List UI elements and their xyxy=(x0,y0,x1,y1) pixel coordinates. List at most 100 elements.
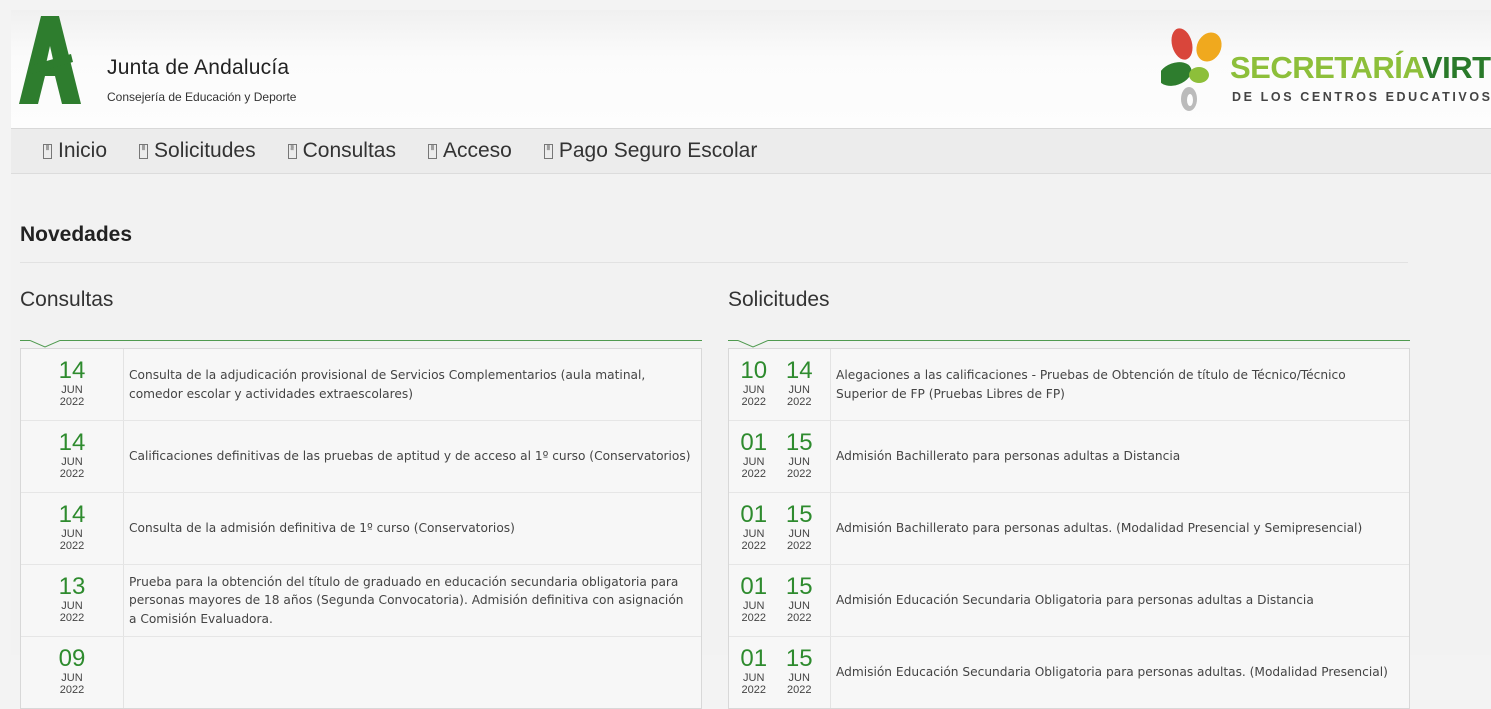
date-year: 2022 xyxy=(741,612,766,624)
list-item[interactable]: 13 JUN 2022 Prueba para la obtención del… xyxy=(21,565,701,637)
date-day: 15 xyxy=(785,429,813,456)
list-item[interactable]: 01 JUN 2022 15 JUN 2022 Admisión Bachill… xyxy=(729,493,1409,565)
start-date: 01 JUN 2022 xyxy=(739,565,769,636)
date-month: JUN xyxy=(61,600,83,612)
date-range: 10 JUN 2022 14 JUN 2022 xyxy=(729,349,831,420)
item-link[interactable]: Admisión Bachillerato para personas adul… xyxy=(831,493,1409,564)
date-year: 2022 xyxy=(787,684,812,696)
item-text: Calificaciones definitivas de las prueba… xyxy=(129,449,691,464)
date-year: 2022 xyxy=(59,612,85,624)
nav-label: Inicio xyxy=(58,139,108,162)
end-date: 14 JUN 2022 xyxy=(785,349,815,420)
date-day: 14 xyxy=(58,357,86,384)
item-text: Admisión Bachillerato para personas adul… xyxy=(836,449,1181,464)
start-date: 10 JUN 2022 xyxy=(739,349,769,420)
nav-item-pago-seguro-escolar[interactable]: ▒ Pago Seguro Escolar xyxy=(543,139,757,163)
nav-item-acceso[interactable]: ▒ Acceso xyxy=(427,139,512,163)
item-link[interactable] xyxy=(124,637,701,708)
item-text: Prueba para la obtención del título de g… xyxy=(129,574,684,626)
date: 13 JUN 2022 xyxy=(57,565,87,636)
date-year: 2022 xyxy=(59,396,85,408)
date-month: JUN xyxy=(61,672,83,684)
date-day: 15 xyxy=(785,645,813,672)
date-block: 09 JUN 2022 xyxy=(21,637,124,708)
date-day: 10 xyxy=(740,357,768,384)
date: 14 JUN 2022 xyxy=(57,421,87,492)
nav-item-inicio[interactable]: ▒ Inicio xyxy=(43,139,107,163)
date-month: JUN xyxy=(743,600,765,612)
end-date: 15 JUN 2022 xyxy=(785,565,815,636)
junta-andalucia-logo[interactable] xyxy=(19,16,81,104)
list-item[interactable]: 14 JUN 2022 Calificaciones definitivas d… xyxy=(21,421,701,493)
date-day: 01 xyxy=(740,573,768,600)
date-day: 14 xyxy=(785,357,813,384)
header: Junta de Andalucía Consejería de Educaci… xyxy=(11,10,1491,129)
list-item[interactable]: 09 JUN 2022 xyxy=(21,637,701,708)
secretaria-virtual-logo[interactable] xyxy=(1161,26,1233,114)
page: Junta de Andalucía Consejería de Educaci… xyxy=(11,10,1491,709)
date-month: JUN xyxy=(788,672,810,684)
item-text: Admisión Bachillerato para personas adul… xyxy=(836,521,1363,536)
page-icon: ▒ xyxy=(139,143,149,159)
date-month: JUN xyxy=(743,528,765,540)
date-month: JUN xyxy=(743,672,765,684)
date-year: 2022 xyxy=(787,540,812,552)
date-block: 14 JUN 2022 xyxy=(21,349,124,420)
item-link[interactable]: Consulta de la adjudicación provisional … xyxy=(124,349,701,420)
consultas-panel: Consultas 14 JUN 2022 Consulta de la adj… xyxy=(20,288,702,709)
nav-item-consultas[interactable]: ▒ Consultas xyxy=(287,139,396,163)
date-range: 01 JUN 2022 15 JUN 2022 xyxy=(729,421,831,492)
org-title: Junta de Andalucía xyxy=(107,56,290,79)
date-month: JUN xyxy=(61,384,83,396)
app-title: SECRETARÍAVIRTUAL xyxy=(1230,50,1491,86)
list-item[interactable]: 14 JUN 2022 Consulta de la admisión defi… xyxy=(21,493,701,565)
list-item[interactable]: 10 JUN 2022 14 JUN 2022 Alegaciones a la… xyxy=(729,349,1409,421)
list-item[interactable]: 01 JUN 2022 15 JUN 2022 Admisión Educaci… xyxy=(729,637,1409,708)
date-day: 14 xyxy=(58,501,86,528)
date-month: JUN xyxy=(788,456,810,468)
date-year: 2022 xyxy=(741,396,766,408)
end-date: 15 JUN 2022 xyxy=(785,421,815,492)
end-date: 15 JUN 2022 xyxy=(785,637,815,708)
item-link[interactable]: Admisión Educación Secundaria Obligatori… xyxy=(831,637,1409,708)
main-nav: ▒ Inicio ▒ Solicitudes ▒ Consultas ▒ Acc… xyxy=(11,129,1491,174)
date-range: 01 JUN 2022 15 JUN 2022 xyxy=(729,565,831,636)
nav-label: Acceso xyxy=(442,139,512,162)
date-day: 01 xyxy=(740,501,768,528)
date-year: 2022 xyxy=(59,468,85,480)
list-item[interactable]: 14 JUN 2022 Consulta de la adjudicación … xyxy=(21,349,701,421)
nav-label: Solicitudes xyxy=(154,139,256,162)
date-year: 2022 xyxy=(787,468,812,480)
date-month: JUN xyxy=(743,384,765,396)
divider xyxy=(20,262,1408,263)
date-month: JUN xyxy=(743,456,765,468)
date-month: JUN xyxy=(61,456,83,468)
item-link[interactable]: Prueba para la obtención del título de g… xyxy=(124,565,701,636)
date-block: 14 JUN 2022 xyxy=(21,493,124,564)
date-year: 2022 xyxy=(741,684,766,696)
date: 14 JUN 2022 xyxy=(57,493,87,564)
item-link[interactable]: Consulta de la admisión definitiva de 1º… xyxy=(124,493,701,564)
item-link[interactable]: Alegaciones a las calificaciones - Prueb… xyxy=(831,349,1409,420)
date-day: 14 xyxy=(58,429,86,456)
nav-item-solicitudes[interactable]: ▒ Solicitudes xyxy=(139,139,256,163)
date-day: 09 xyxy=(58,645,86,672)
start-date: 01 JUN 2022 xyxy=(739,637,769,708)
date-month: JUN xyxy=(788,528,810,540)
start-date: 01 JUN 2022 xyxy=(739,421,769,492)
item-link[interactable]: Admisión Bachillerato para personas adul… xyxy=(831,421,1409,492)
date-day: 15 xyxy=(785,573,813,600)
solicitudes-panel: Solicitudes 10 JUN 2022 14 JUN 2022 Aleg… xyxy=(728,288,1410,709)
item-text: Alegaciones a las calificaciones - Prueb… xyxy=(836,368,1346,401)
item-text: Admisión Educación Secundaria Obligatori… xyxy=(836,593,1314,608)
solicitudes-title: Solicitudes xyxy=(728,288,830,311)
item-link[interactable]: Admisión Educación Secundaria Obligatori… xyxy=(831,565,1409,636)
item-text: Consulta de la adjudicación provisional … xyxy=(129,368,646,401)
list-item[interactable]: 01 JUN 2022 15 JUN 2022 Admisión Bachill… xyxy=(729,421,1409,493)
date-block: 13 JUN 2022 xyxy=(21,565,124,636)
date-month: JUN xyxy=(788,384,810,396)
date-block: 14 JUN 2022 xyxy=(21,421,124,492)
item-link[interactable]: Calificaciones definitivas de las prueba… xyxy=(124,421,701,492)
consultas-title: Consultas xyxy=(20,288,114,311)
list-item[interactable]: 01 JUN 2022 15 JUN 2022 Admisión Educaci… xyxy=(729,565,1409,637)
